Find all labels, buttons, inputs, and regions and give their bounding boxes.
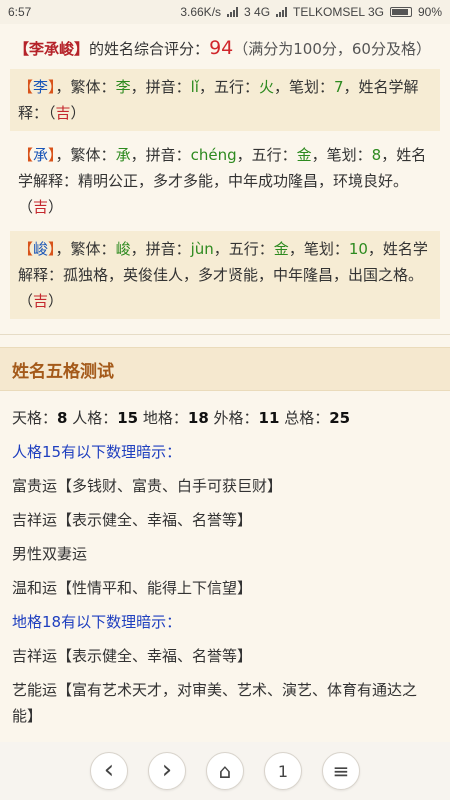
di-item: 艺能运【富有艺术天才，对审美、艺术、演艺、体育有通达之能】 <box>12 681 418 725</box>
tabs-button[interactable]: 1 <box>264 752 302 790</box>
bracket-close: 】 <box>48 78 56 96</box>
pinyin: chéng <box>190 146 237 164</box>
strokes-label: ，笔划： <box>288 240 349 258</box>
ren-item: 温和运【性情平和、能得上下信望】 <box>12 579 253 597</box>
wuxing-label: ，五行： <box>213 240 274 258</box>
chevron-right-icon: › <box>161 754 173 785</box>
score-value: 94 <box>209 37 234 59</box>
home-icon: ⌂ <box>218 759 232 783</box>
tian-value: 8 <box>57 409 68 427</box>
luck: 吉 <box>33 198 49 216</box>
back-button[interactable]: ‹ <box>90 752 128 790</box>
full-name: 李承峻 <box>29 40 75 58</box>
battery-percent: 90% <box>417 5 442 19</box>
strokes: 10 <box>348 240 368 258</box>
status-indicators: 3.66K/s 3 4G TELKOMSEL 3G 90% <box>180 5 442 19</box>
score-note: （满分为100分，60分及格） <box>233 40 431 58</box>
wai-value: 11 <box>258 409 280 427</box>
pinyin: jùn <box>190 240 214 258</box>
bracket-open: 【 <box>18 146 34 164</box>
zong-value: 25 <box>329 409 351 427</box>
browser-toolbar: ‹ › ⌂ 1 ≡ <box>0 742 450 800</box>
status-time: 6:57 <box>8 5 32 19</box>
wuxing: 火 <box>258 78 274 96</box>
score-label: 的姓名综合评分： <box>89 40 210 58</box>
char-card-li: 【李】，繁体：李，拼音：lǐ，五行：火，笔划：7，姓名学解释：（吉） <box>10 69 440 131</box>
luck: 吉 <box>55 104 71 122</box>
bracket-open: 【 <box>18 78 34 96</box>
trad-char: 承 <box>115 146 131 164</box>
paren-close: ） <box>48 198 64 216</box>
bracket-close: 】 <box>48 240 56 258</box>
signal-icon-2 <box>276 7 288 17</box>
strokes: 7 <box>333 78 344 96</box>
ren-hint: 人格15有以下数理暗示： <box>12 443 182 461</box>
wai-label: 外格： <box>208 409 259 427</box>
di-value: 18 <box>187 409 209 427</box>
pinyin-label: ，拼音： <box>130 146 191 164</box>
carrier-name: TELKOMSEL 3G <box>293 5 384 19</box>
chevron-left-icon: ‹ <box>103 754 115 785</box>
tian-label: 天格： <box>12 409 58 427</box>
ren-item: 富贵运【多钱财、富贵、白手可获巨财】 <box>12 477 283 495</box>
bracket-open: 【 <box>18 240 34 258</box>
wuxing: 金 <box>273 240 289 258</box>
home-button[interactable]: ⌂ <box>206 752 244 790</box>
di-item: 吉祥运【表示健全、幸福、名誉等】 <box>12 647 253 665</box>
status-bar: 6:57 3.66K/s 3 4G TELKOMSEL 3G 90% <box>0 0 450 24</box>
paren-close: ） <box>48 292 64 310</box>
page-content: 【李承峻】的姓名综合评分：94（满分为100分，60分及格） 【李】，繁体：李，… <box>0 26 450 729</box>
battery-icon <box>389 7 412 17</box>
forward-button[interactable]: › <box>148 752 186 790</box>
trad-label: ，繁体： <box>55 78 116 96</box>
trad-char: 峻 <box>115 240 131 258</box>
signal-icon <box>227 7 239 17</box>
char-card-jun: 【峻】，繁体：峻，拼音：jùn，五行：金，笔划：10，姓名学解释：孤独格，英俊佳… <box>10 231 440 319</box>
pinyin-label: ，拼音： <box>130 78 191 96</box>
wuge-values: 天格：8 人格：15 地格：18 外格：11 总格：25 <box>12 401 438 435</box>
score-summary: 【李承峻】的姓名综合评分：94（满分为100分，60分及格） <box>10 26 440 69</box>
wuge-section: 天格：8 人格：15 地格：18 外格：11 总格：25 人格15有以下数理暗示… <box>0 391 450 729</box>
network-speed: 3.66K/s <box>180 5 222 19</box>
ren-item: 吉祥运【表示健全、幸福、名誉等】 <box>12 511 253 529</box>
paren-close: ） <box>70 104 86 122</box>
ren-item: 男性双妻运 <box>12 545 88 563</box>
network-type-1: 3 4G <box>244 5 271 19</box>
tab-count: 1 <box>277 761 289 781</box>
wuxing: 金 <box>296 146 312 164</box>
menu-icon: ≡ <box>332 759 350 783</box>
name-bracket-open: 【 <box>14 40 30 58</box>
wuxing-label: ，五行： <box>236 146 297 164</box>
wuxing-label: ，五行： <box>198 78 259 96</box>
trad-label: ，繁体： <box>55 240 116 258</box>
explain-text: 孤独格，英俊佳人，多才贤能，中年隆昌，出国之格。（ <box>18 266 424 310</box>
char: 峻 <box>33 240 49 258</box>
bracket-close: 】 <box>48 146 56 164</box>
char-card-cheng: 【承】，繁体：承，拼音：chéng，五行：金，笔划：8，姓名学解释：精明公正，多… <box>10 137 440 225</box>
luck: 吉 <box>33 292 49 310</box>
section-title-wuge: 姓名五格测试 <box>0 347 450 391</box>
di-label: 地格： <box>138 409 188 427</box>
menu-button[interactable]: ≡ <box>322 752 360 790</box>
divider <box>0 325 450 335</box>
pinyin: lǐ <box>190 78 199 96</box>
di-hint: 地格18有以下数理暗示： <box>12 613 182 631</box>
zong-label: 总格： <box>279 409 330 427</box>
ren-value: 15 <box>117 409 139 427</box>
trad-char: 李 <box>115 78 131 96</box>
name-bracket-close: 】 <box>74 40 90 58</box>
char: 李 <box>33 78 49 96</box>
pinyin-label: ，拼音： <box>130 240 191 258</box>
char: 承 <box>33 146 49 164</box>
strokes: 8 <box>371 146 382 164</box>
ren-label: 人格： <box>67 409 118 427</box>
trad-label: ，繁体： <box>55 146 116 164</box>
strokes-label: ，笔划： <box>311 146 372 164</box>
strokes-label: ，笔划： <box>273 78 334 96</box>
